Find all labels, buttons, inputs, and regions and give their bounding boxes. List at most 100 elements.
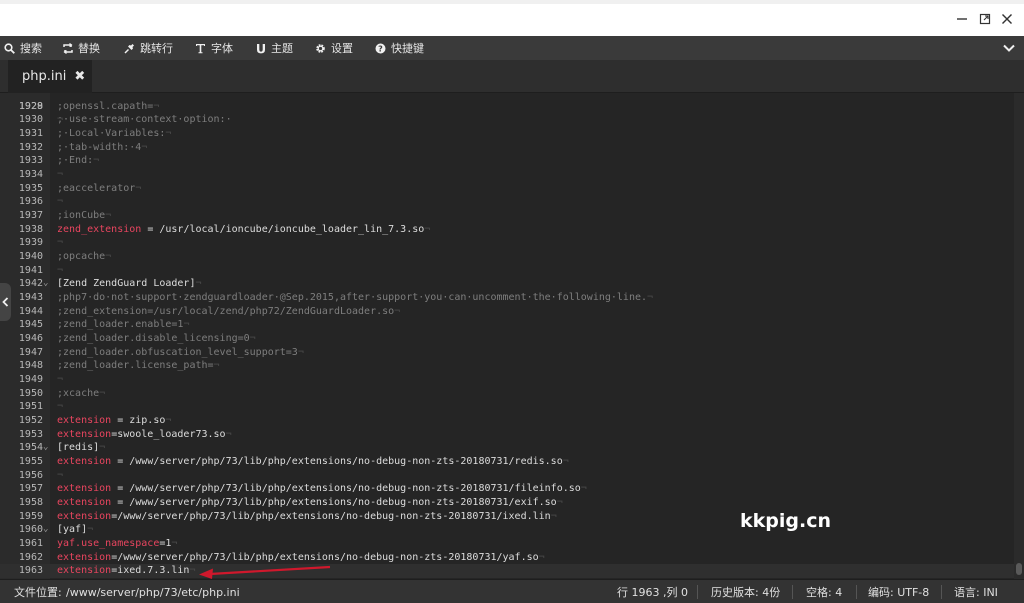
settings-button[interactable]: 设置 [314,36,353,60]
line-number: 1951 [18,401,43,413]
code-line[interactable]: 1942 ⌄ [Zend ZendGuard Loader]¬ [0,277,1014,291]
goto-line-button[interactable]: 跳转行 [123,36,173,60]
code-comment: ;openssl.capath= [57,100,154,112]
code-line[interactable]: 1963 extension=ixed.7.3.lin¬ [0,564,1014,578]
code-line[interactable]: 1941 ¬ [0,264,1014,278]
code-line[interactable]: 1945 ;zend_loader.enable=1¬ [0,318,1014,332]
vertical-scrollbar[interactable] [1014,93,1024,579]
font-button[interactable]: 字体 [194,36,233,60]
code-line[interactable]: 1952 extension = zip.so¬ [0,414,1014,428]
code-line[interactable]: 1951 ¬ [0,400,1014,414]
theme-icon [254,42,267,55]
code-line[interactable]: 1931 ;·Local·Variables:¬ [0,127,1014,141]
theme-button[interactable]: 主题 [254,36,293,60]
maximize-icon[interactable] [977,11,993,27]
close-icon[interactable] [999,11,1015,27]
code-line[interactable]: 1955 extension = /www/server/php/73/lib/p… [0,455,1014,469]
config-value: =/www/server/php/73/lib/php/extensions/n… [111,510,551,522]
titlebar-top-strip [0,0,1024,4]
code-line[interactable]: 1948 ;zend_loader.license_path=¬ [0,359,1014,373]
config-value: = zip.so [111,414,166,426]
config-key: extension [57,496,112,508]
replace-button[interactable]: 替换 [61,36,100,60]
code-line[interactable]: 1961 yaf.use_namespace=1¬ [0,537,1014,551]
config-key: extension [57,565,112,577]
code-line[interactable]: 1947 ;zend_loader.obfuscation_level_suppo… [0,346,1014,360]
history-versions[interactable]: 历史版本: 4份 [711,580,780,603]
tab-php-ini[interactable]: php.ini ✖ [8,60,92,93]
code-line[interactable]: 1953 extension=swoole_loader73.so¬ [0,428,1014,442]
code-line[interactable]: 1944 ;zend_extension=/usr/local/zend/php7… [0,305,1014,319]
line-end-marker: ¬ [538,551,545,563]
line-number: 1957 [18,483,43,495]
config-value: =ixed.7.3.lin [111,565,190,577]
code-line[interactable]: 1958 extension = /www/server/php/73/lib/p… [0,496,1014,510]
code-line[interactable]: 1936 ¬ [0,195,1014,209]
code-line[interactable]: 1932 ;·tab-width:·4¬ [0,141,1014,155]
line-end-marker: ¬ [556,496,563,508]
shortcuts-button[interactable]: ? 快捷键 [374,36,424,60]
side-panel-toggle[interactable] [0,283,11,321]
code-line[interactable]: 1938 zend_extension = /usr/local/ioncube/… [0,223,1014,237]
line-end-marker: ¬ [213,360,220,372]
code-line[interactable]: 1940 ;opcache¬ [0,250,1014,264]
line-number: 1929 [18,100,43,112]
line-end-marker: ¬ [57,469,64,481]
line-number: 1952 [18,414,43,426]
code-line[interactable]: 1959 extension=/www/server/php/73/lib/php… [0,510,1014,524]
fold-chevron-icon[interactable]: ⌄ [43,277,48,291]
line-end-marker: ¬ [105,250,112,262]
chevron-down-icon [1003,44,1015,52]
code-line[interactable]: 1934 ¬ [0,168,1014,182]
indent-setting[interactable]: 空格: 4 [806,580,842,603]
code-line[interactable]: 1949 ¬ [0,373,1014,387]
line-number: 1959 [18,510,43,522]
code-line[interactable]: 1950 ;xcache¬ [0,387,1014,401]
fold-chevron-icon[interactable]: ⌄ [43,441,48,455]
code-line[interactable]: 1960 ⌄ [yaf]¬ [0,523,1014,537]
file-path: /www/server/php/73/etc/php.ini [66,585,240,599]
code-text: ¬ [57,400,63,414]
code-line[interactable]: 1943 ;php7·do·not·support·zendguardloader… [0,291,1014,305]
line-end-marker: ¬ [99,387,106,399]
encoding-setting[interactable]: 编码: UTF-8 [868,580,929,603]
fold-chevron-icon[interactable]: ⌄ [43,523,48,537]
code-line[interactable]: 1956 ¬ [0,469,1014,483]
code-line[interactable]: 1954 ⌄ [redis]¬ [0,441,1014,455]
line-number: 1950 [18,387,43,399]
line-number: 1963 [18,565,43,577]
code-editor[interactable]: 1928 ;·use·stream·context·option:· 1929;… [0,93,1014,579]
language-setting[interactable]: 语言: INI [954,580,998,603]
code-text: extension = /www/server/php/73/lib/php/e… [57,482,587,496]
code-line[interactable]: 1937 ;ionCube¬ [0,209,1014,223]
code-line[interactable]: 1933 ;·End:¬ [0,154,1014,168]
line-number: 1934 [18,168,43,180]
code-text: yaf.use_namespace=1¬ [57,537,177,551]
code-text: [yaf]¬ [57,523,93,537]
tab-close-icon[interactable]: ✖ [74,69,85,84]
status-divider [941,585,942,599]
line-end-marker: ¬ [57,114,64,126]
code-line[interactable]: 1939 ¬ [0,236,1014,250]
code-line[interactable]: 1962 extension=/www/server/php/73/lib/php… [0,551,1014,565]
search-button[interactable]: 搜索 [3,36,42,60]
code-line[interactable]: 1930 ¬ [0,113,1014,127]
code-comment: ;php7·do·not·support·zendguardloader·@Se… [57,291,648,303]
code-text: ¬ [57,469,63,483]
chevron-left-icon [2,297,9,307]
status-bar: 文件位置: /www/server/php/73/etc/php.ini 行 1… [0,579,1024,603]
line-number: 1962 [18,551,43,563]
gear-icon [314,42,327,55]
code-line[interactable]: 1935 ;eaccelerator¬ [0,182,1014,196]
line-end-marker: ¬ [153,100,160,112]
line-end-marker: ¬ [165,127,172,139]
line-end-marker: ¬ [165,414,172,426]
code-text: ;zend_loader.enable=1¬ [57,318,189,332]
code-line[interactable]: 1929 ;openssl.capath=¬ [0,100,1014,114]
code-line[interactable]: 1957 extension = /www/server/php/73/lib/p… [0,482,1014,496]
toolbar-collapse-button[interactable] [994,36,1024,60]
line-end-marker: ¬ [562,455,569,467]
scrollbar-thumb[interactable] [1016,563,1022,575]
code-line[interactable]: 1946 ;zend_loader.disable_licensing=0¬ [0,332,1014,346]
minimize-icon[interactable] [954,11,970,27]
